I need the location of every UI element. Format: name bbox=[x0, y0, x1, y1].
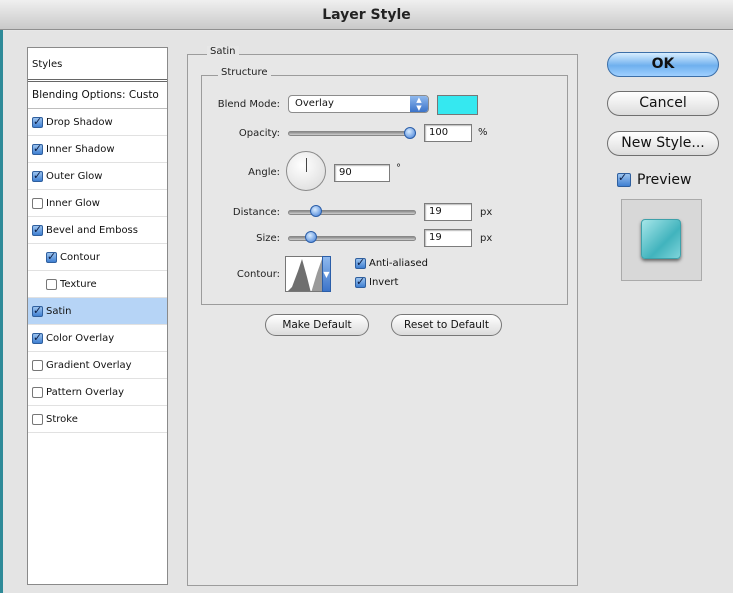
style-checkbox[interactable] bbox=[32, 223, 43, 237]
distance-slider-track[interactable] bbox=[288, 210, 416, 215]
styles-rows: Blending Options: Custo Drop Shadow Inner … bbox=[28, 82, 167, 433]
style-item-bevel-and-emboss[interactable]: Bevel and Emboss bbox=[28, 217, 167, 244]
satin-group-label: Satin bbox=[207, 46, 239, 57]
style-item-label: Contour bbox=[60, 251, 100, 263]
blend-mode-select[interactable]: Overlay ▲ ▼ bbox=[288, 95, 429, 113]
invert-label: Invert bbox=[369, 277, 399, 288]
anti-aliased-checkbox[interactable] bbox=[355, 256, 366, 270]
angle-dial[interactable] bbox=[286, 151, 326, 191]
size-unit: px bbox=[480, 233, 493, 244]
style-item-outer-glow[interactable]: Outer Glow bbox=[28, 163, 167, 190]
style-item-label: Blending Options: Custo bbox=[32, 88, 159, 101]
opacity-input[interactable]: 100 bbox=[424, 124, 472, 142]
style-checkbox[interactable] bbox=[32, 304, 43, 318]
style-item-color-overlay[interactable]: Color Overlay bbox=[28, 325, 167, 352]
ok-button[interactable]: OK bbox=[607, 52, 719, 77]
opacity-slider-track[interactable] bbox=[288, 131, 416, 136]
style-checkbox[interactable] bbox=[32, 386, 43, 398]
style-item-label: Gradient Overlay bbox=[46, 359, 132, 371]
preview-checkbox[interactable] bbox=[617, 171, 631, 187]
style-checkbox[interactable] bbox=[32, 169, 43, 183]
angle-unit: ° bbox=[396, 163, 401, 174]
style-checkbox[interactable] bbox=[32, 142, 43, 156]
style-item-label: Pattern Overlay bbox=[46, 386, 125, 398]
invert-option[interactable]: Invert bbox=[355, 275, 399, 289]
style-item-label: Bevel and Emboss bbox=[46, 224, 138, 236]
style-item-inner-shadow[interactable]: Inner Shadow bbox=[28, 136, 167, 163]
style-checkbox[interactable] bbox=[46, 278, 57, 290]
contour-dropdown-icon[interactable]: ▼ bbox=[322, 256, 331, 292]
style-item-satin[interactable]: Satin bbox=[28, 298, 167, 325]
style-item-label: Outer Glow bbox=[46, 170, 103, 182]
anti-aliased-label: Anti-aliased bbox=[369, 258, 429, 269]
new-style-button[interactable]: New Style... bbox=[607, 131, 719, 156]
size-input[interactable]: 19 bbox=[424, 229, 472, 247]
style-checkbox[interactable] bbox=[46, 250, 57, 264]
style-checkbox[interactable] bbox=[32, 413, 43, 425]
distance-input[interactable]: 19 bbox=[424, 203, 472, 221]
style-item-label: Color Overlay bbox=[46, 332, 115, 344]
window-title: Layer Style bbox=[322, 7, 411, 23]
anti-aliased-option[interactable]: Anti-aliased bbox=[355, 256, 429, 270]
style-item-blending-options-custo[interactable]: Blending Options: Custo bbox=[28, 82, 167, 109]
contour-label: Contour: bbox=[236, 269, 280, 280]
opacity-unit: % bbox=[478, 127, 488, 138]
style-item-label: Texture bbox=[60, 278, 97, 290]
styles-header: Styles bbox=[28, 48, 167, 82]
distance-slider-knob[interactable] bbox=[310, 205, 323, 217]
style-checkbox[interactable] bbox=[32, 359, 43, 371]
preview-label: Preview bbox=[637, 172, 692, 188]
angle-needle bbox=[306, 158, 307, 172]
select-arrows-icon: ▲ ▼ bbox=[410, 96, 428, 112]
style-item-label: Inner Shadow bbox=[46, 143, 115, 155]
styles-list: Styles Blending Options: Custo Drop Shado… bbox=[27, 47, 168, 585]
angle-label: Angle: bbox=[248, 167, 280, 178]
style-item-inner-glow[interactable]: Inner Glow bbox=[28, 190, 167, 217]
opacity-label: Opacity: bbox=[238, 128, 280, 139]
angle-input[interactable]: 90 bbox=[334, 164, 390, 182]
reset-to-default-button[interactable]: Reset to Default bbox=[391, 314, 502, 336]
preview-option[interactable]: Preview bbox=[617, 171, 692, 188]
blend-mode-label: Blend Mode: bbox=[217, 99, 280, 110]
cancel-button[interactable]: Cancel bbox=[607, 91, 719, 116]
blend-mode-value: Overlay bbox=[295, 98, 334, 109]
style-preview-thumbnail bbox=[621, 199, 702, 281]
blend-color-swatch[interactable] bbox=[437, 95, 478, 115]
window-title-bar: Layer Style bbox=[0, 0, 733, 30]
opacity-slider-knob[interactable] bbox=[404, 127, 416, 139]
distance-label: Distance: bbox=[232, 207, 280, 218]
style-item-contour[interactable]: Contour bbox=[28, 244, 167, 271]
style-item-pattern-overlay[interactable]: Pattern Overlay bbox=[28, 379, 167, 406]
invert-checkbox[interactable] bbox=[355, 275, 366, 289]
style-checkbox[interactable] bbox=[32, 115, 43, 129]
style-item-label: Satin bbox=[46, 305, 72, 317]
style-item-stroke[interactable]: Stroke bbox=[28, 406, 167, 433]
size-label: Size: bbox=[256, 233, 280, 244]
style-item-label: Stroke bbox=[46, 413, 78, 425]
style-item-texture[interactable]: Texture bbox=[28, 271, 167, 298]
make-default-button[interactable]: Make Default bbox=[265, 314, 369, 336]
style-checkbox[interactable] bbox=[32, 197, 43, 209]
style-item-label: Drop Shadow bbox=[46, 116, 113, 128]
preview-swatch bbox=[641, 219, 681, 259]
style-item-label: Inner Glow bbox=[46, 197, 100, 209]
style-checkbox[interactable] bbox=[32, 331, 43, 345]
distance-unit: px bbox=[480, 207, 493, 218]
style-item-drop-shadow[interactable]: Drop Shadow bbox=[28, 109, 167, 136]
structure-group-label: Structure bbox=[218, 67, 271, 78]
style-item-gradient-overlay[interactable]: Gradient Overlay bbox=[28, 352, 167, 379]
